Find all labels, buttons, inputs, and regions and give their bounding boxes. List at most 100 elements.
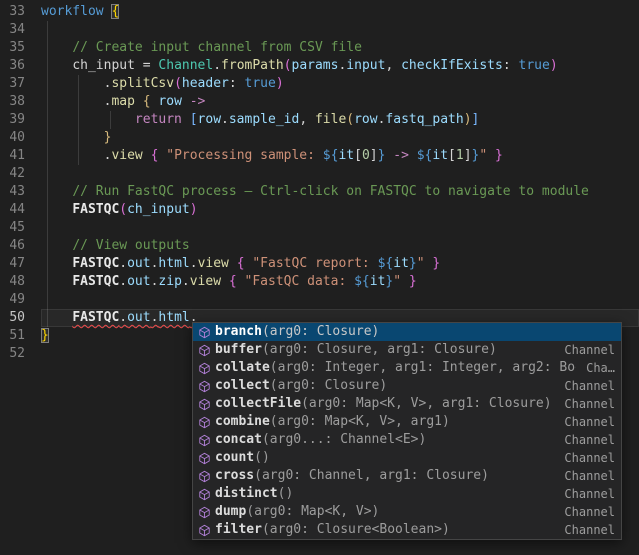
suggestion-item-buffer[interactable]: buffer(arg0: Closure, arg1: Closure)Chan… — [193, 341, 621, 359]
symbol-method-icon — [196, 450, 212, 466]
code-token: . — [119, 310, 127, 325]
code-token: } — [104, 130, 112, 145]
line-number: 37 — [0, 75, 41, 93]
suggestion-label: collate — [215, 359, 270, 377]
line-number: 51 — [0, 327, 41, 345]
symbol-method-icon — [198, 362, 211, 375]
code-line-38[interactable]: 38 .map { row -> — [0, 93, 639, 111]
line-number: 46 — [0, 237, 41, 255]
code-token — [41, 202, 72, 217]
code-token: ${ — [378, 256, 394, 271]
code-token: ) — [276, 76, 284, 91]
suggestion-item-filter[interactable]: filter(arg0: Closure<Boolean>)Channel — [193, 521, 621, 539]
suggestion-return-type: Channel — [554, 431, 615, 449]
code-token: . — [119, 274, 127, 289]
symbol-method-icon — [198, 524, 211, 537]
code-line-40[interactable]: 40 } — [0, 129, 639, 147]
code-token: it — [370, 274, 386, 289]
code-token: 0 — [362, 148, 370, 163]
code-token: ( — [174, 76, 182, 91]
suggestion-label: concat — [215, 431, 262, 449]
code-token: = — [135, 58, 158, 73]
code-token: file — [315, 112, 346, 127]
code-lines-container: 33workflow {3435 // Create input channel… — [0, 3, 639, 363]
suggestion-return-type: Channel — [554, 485, 615, 503]
suggestion-item-collate[interactable]: collate(arg0: Integer, arg1: Integer, ar… — [193, 359, 621, 377]
code-line-46[interactable]: 46 // View outputs — [0, 237, 639, 255]
vscode-editor-window: 33workflow {3435 // Create input channel… — [0, 0, 639, 555]
code-token — [409, 148, 417, 163]
code-line-45[interactable]: 45 — [0, 219, 639, 237]
suggestion-label: collect — [215, 377, 270, 395]
code-token: html — [158, 310, 189, 325]
code-token: } — [495, 148, 503, 163]
code-token: [ — [190, 112, 198, 127]
code-line-33[interactable]: 33workflow { — [0, 3, 639, 21]
suggestion-signature: (arg0...: Channel<E>) — [262, 431, 426, 449]
suggestion-item-concat[interactable]: concat(arg0...: Channel<E>) Channel — [193, 431, 621, 449]
code-token: FASTQC — [72, 256, 119, 271]
code-token: } — [41, 328, 49, 343]
suggestion-item-dump[interactable]: dump(arg0: Map<K, V>)Channel — [193, 503, 621, 521]
suggestion-item-combine[interactable]: combine(arg0: Map<K, V>, arg1)Channel — [193, 413, 621, 431]
line-number: 43 — [0, 183, 41, 201]
code-line-35[interactable]: 35 // Create input channel from CSV file — [0, 39, 639, 57]
code-line-47[interactable]: 47 FASTQC.out.html.view { "FastQC report… — [0, 255, 639, 273]
code-token: Channel — [158, 58, 213, 73]
symbol-method-icon — [198, 344, 211, 357]
suggestion-signature: (arg0: Map<K, V>, arg1: Closure) — [301, 395, 551, 413]
code-token: . — [190, 256, 198, 271]
suggestion-item-count[interactable]: count()Channel — [193, 449, 621, 467]
line-number: 47 — [0, 255, 41, 273]
code-line-36[interactable]: 36 ch_input = Channel.fromPath(params.in… — [0, 57, 639, 75]
suggestion-return-type: Channel — [554, 521, 615, 539]
code-token: ch_input — [72, 58, 135, 73]
code-line-43[interactable]: 43 // Run FastQC process – Ctrl-click on… — [0, 183, 639, 201]
code-line-content: workflow { — [41, 3, 639, 21]
symbol-method-icon — [198, 434, 211, 447]
line-number: 42 — [0, 165, 41, 183]
code-token — [41, 184, 72, 199]
code-token — [182, 112, 190, 127]
code-token: row — [158, 94, 181, 109]
suggestion-item-collectFile[interactable]: collectFile(arg0: Map<K, V>, arg1: Closu… — [193, 395, 621, 413]
suggestion-item-cross[interactable]: cross(arg0: Channel, arg1: Closure)Chann… — [193, 467, 621, 485]
code-token: input — [346, 58, 385, 73]
line-number: 49 — [0, 291, 41, 309]
suggestion-label: filter — [215, 521, 262, 539]
code-line-37[interactable]: 37 .splitCsv(header: true) — [0, 75, 639, 93]
code-token: ${ — [354, 274, 370, 289]
code-line-content — [41, 219, 639, 237]
code-line-44[interactable]: 44 FASTQC(ch_input) — [0, 201, 639, 219]
code-line-48[interactable]: 48 FASTQC.out.zip.view { "FastQC data: $… — [0, 273, 639, 291]
suggestion-item-distinct[interactable]: distinct()Channel — [193, 485, 621, 503]
code-token — [487, 148, 495, 163]
code-token: ch_input — [127, 202, 190, 217]
code-token — [41, 58, 72, 73]
suggestion-label: combine — [215, 413, 270, 431]
code-line-content: // Create input channel from CSV file — [41, 39, 639, 57]
code-token: { — [229, 274, 237, 289]
code-token: it — [338, 148, 354, 163]
code-token: // View outputs — [72, 238, 189, 253]
code-line-42[interactable]: 42 — [0, 165, 639, 183]
code-line-49[interactable]: 49 — [0, 291, 639, 309]
suggestion-signature: (arg0: Closure) — [262, 323, 379, 341]
symbol-method-icon — [198, 326, 211, 339]
symbol-method-icon — [196, 378, 212, 394]
code-line-content — [41, 165, 639, 183]
code-token — [135, 94, 143, 109]
suggestion-item-branch[interactable]: branch(arg0: Closure) — [193, 323, 621, 341]
code-token: zip — [158, 274, 181, 289]
symbol-method-icon — [198, 416, 211, 429]
autocomplete-suggest-widget[interactable]: branch(arg0: Closure)buffer(arg0: Closur… — [192, 322, 622, 540]
code-line-content: FASTQC.out.zip.view { "FastQC data: ${it… — [41, 273, 639, 291]
code-line-41[interactable]: 41 .view { "Processing sample: ${it[0]} … — [0, 147, 639, 165]
symbol-method-icon — [198, 470, 211, 483]
code-line-34[interactable]: 34 — [0, 21, 639, 39]
code-line-39[interactable]: 39 return [row.sample_id, file(row.fastq… — [0, 111, 639, 129]
symbol-method-icon — [196, 414, 212, 430]
suggestion-item-collect[interactable]: collect(arg0: Closure)Channel — [193, 377, 621, 395]
code-token: it — [393, 256, 409, 271]
code-token: ) — [190, 202, 198, 217]
